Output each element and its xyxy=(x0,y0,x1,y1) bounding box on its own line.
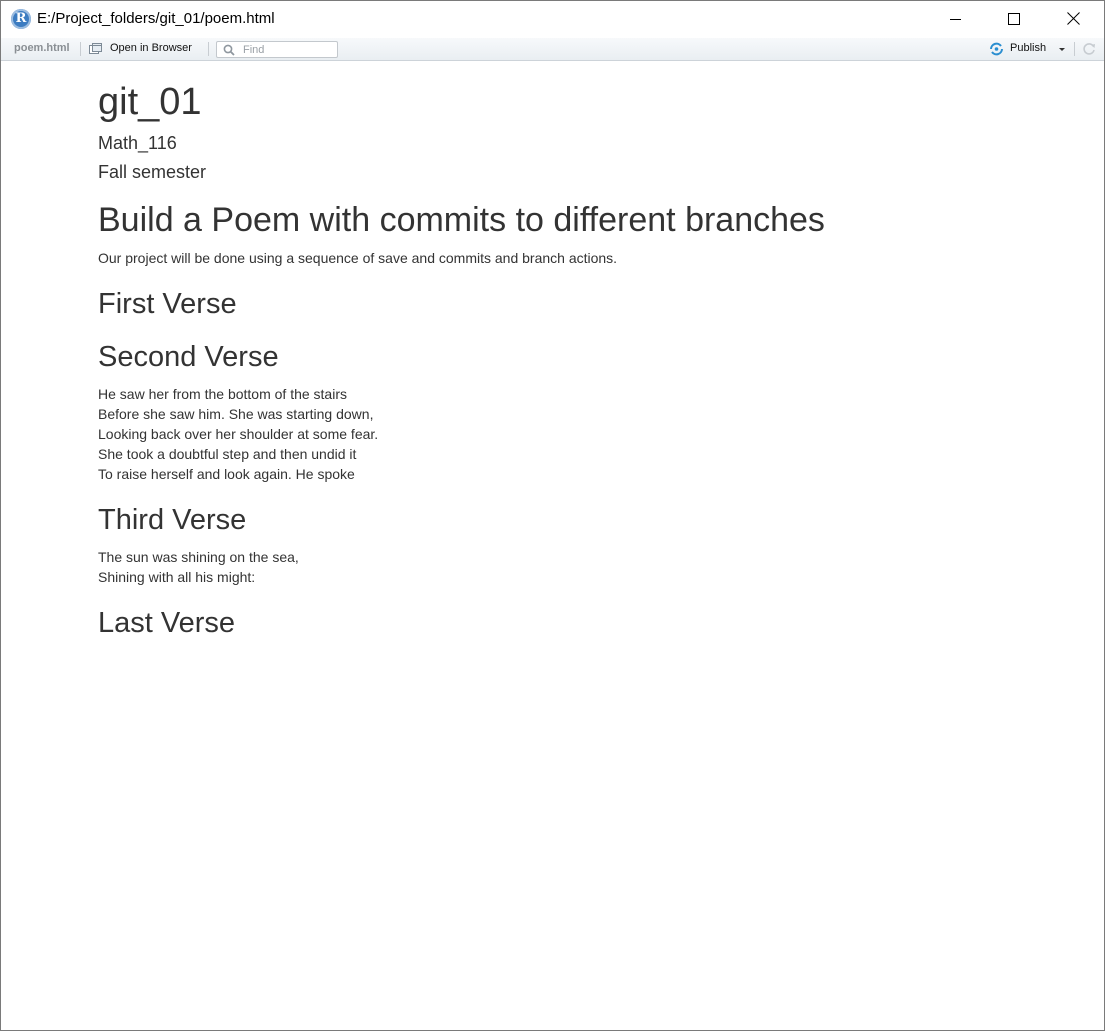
verse-line: She took a doubtful step and then undid … xyxy=(98,446,357,462)
publish-icon xyxy=(990,42,1003,56)
verse-heading-third: Third Verse xyxy=(98,504,247,536)
browser-window-icon[interactable] xyxy=(89,43,102,54)
document-title: git_01 xyxy=(98,81,202,123)
verse-lines-third: The sun was shining on the sea, Shining … xyxy=(98,547,299,587)
verse-line: To raise herself and look again. He spok… xyxy=(98,466,355,482)
minimize-icon xyxy=(950,19,961,20)
toolbar-divider xyxy=(80,42,81,56)
verse-heading-first: First Verse xyxy=(98,288,237,320)
verse-line: Looking back over her shoulder at some f… xyxy=(98,426,379,442)
verse-heading-last: Last Verse xyxy=(98,607,236,639)
document-date: Fall semester xyxy=(98,162,207,182)
intro-paragraph: Our project will be done using a sequenc… xyxy=(98,250,618,266)
viewer-window: R E:/Project_folders/git_01/poem.html po… xyxy=(0,0,1105,1031)
document-viewport[interactable]: git_01 Math_116 Fall semester Build a Po… xyxy=(1,61,1104,1030)
viewer-toolbar: poem.html Open in Browser Publish xyxy=(1,38,1104,61)
toolbar-divider xyxy=(1074,42,1075,56)
verse-lines-second: He saw her from the bottom of the stairs… xyxy=(98,384,378,484)
section-heading: Build a Poem with commits to different b… xyxy=(98,201,825,239)
verse-line: Before she saw him. She was starting dow… xyxy=(98,406,374,422)
publish-button[interactable]: Publish xyxy=(987,40,1069,58)
close-icon xyxy=(1065,11,1081,27)
toolbar-divider xyxy=(208,42,209,56)
search-icon xyxy=(223,44,235,56)
maximize-button[interactable] xyxy=(984,1,1042,38)
minimize-button[interactable] xyxy=(926,1,984,38)
open-in-browser-button[interactable]: Open in Browser xyxy=(110,42,192,54)
verse-heading-second: Second Verse xyxy=(98,341,279,373)
verse-line: The sun was shining on the sea, xyxy=(98,549,299,565)
refresh-icon[interactable] xyxy=(1082,42,1096,56)
verse-line: He saw her from the bottom of the stairs xyxy=(98,386,347,402)
chevron-down-icon[interactable] xyxy=(1059,48,1065,51)
close-button[interactable] xyxy=(1043,1,1101,38)
file-name-label: poem.html xyxy=(14,42,70,54)
r-logo-icon: R xyxy=(11,9,31,29)
document-author: Math_116 xyxy=(98,133,177,153)
window-title: E:/Project_folders/git_01/poem.html xyxy=(37,10,275,27)
verse-line: Shining with all his might: xyxy=(98,569,256,585)
find-input[interactable] xyxy=(243,42,333,57)
app-icon-letter: R xyxy=(15,11,27,26)
title-bar: R E:/Project_folders/git_01/poem.html xyxy=(1,1,1104,38)
publish-label: Publish xyxy=(1010,42,1047,54)
maximize-icon xyxy=(1008,13,1020,25)
find-box[interactable] xyxy=(216,41,338,58)
